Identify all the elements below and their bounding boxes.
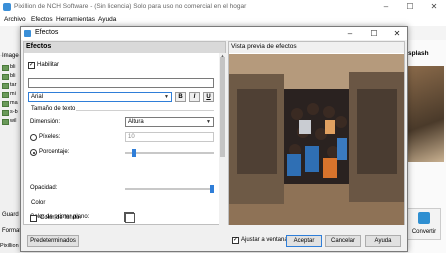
image-thumb-icon (2, 92, 9, 98)
color-group-title: Color (31, 200, 46, 206)
italic-button[interactable]: I (189, 92, 200, 102)
bold-button[interactable]: B (175, 92, 186, 102)
dialog-title-bar: Efectos – ☐ ✕ (21, 27, 407, 40)
percent-slider[interactable] (125, 152, 214, 154)
opacity-slider[interactable] (125, 188, 214, 190)
preview-image (229, 54, 404, 225)
chevron-down-icon: ▼ (164, 94, 169, 100)
cancel-button[interactable]: Cancelar (325, 235, 361, 247)
effects-dialog: Efectos – ☐ ✕ Efectos ✓ Habilitar Arial … (20, 26, 408, 252)
convert-icon (418, 212, 430, 224)
pixels-stepper[interactable]: 10 (125, 132, 214, 142)
app-icon (3, 3, 11, 11)
app-title: Pixillion de NCH Software - (Sin licenci… (14, 3, 247, 10)
defaults-button[interactable]: Predeterminados (27, 235, 79, 247)
side-preview-image (408, 66, 444, 162)
text-size-group-title: Tamaño de texto (31, 106, 76, 112)
menu-archivo[interactable]: Archivo (4, 16, 26, 23)
panel-header: Efectos (24, 42, 225, 53)
panel-scrollbar[interactable]: ▲ (219, 53, 226, 225)
dialog-close-icon[interactable]: ✕ (390, 28, 404, 39)
list-item[interactable]: s-b (2, 109, 20, 117)
file-list-header: Image (2, 53, 19, 59)
bg-color-checkbox[interactable] (30, 215, 37, 222)
bg-color-swatch[interactable] (125, 213, 135, 223)
dialog-app-icon (24, 30, 31, 37)
text-input[interactable] (28, 78, 214, 88)
maximize-icon[interactable]: ☐ (404, 2, 416, 12)
dimension-select[interactable]: Altura ▼ (125, 117, 214, 127)
list-item[interactable]: bli (2, 64, 20, 72)
convert-button[interactable]: Convertir (405, 208, 441, 240)
chevron-down-icon: ▼ (206, 119, 211, 125)
pixels-label: Píxeles: (39, 134, 61, 140)
percent-label: Porcentaje: (39, 149, 70, 155)
image-thumb-icon (2, 119, 9, 125)
scrollbar-thumb[interactable] (220, 57, 225, 157)
list-item[interactable]: ma (2, 100, 20, 108)
pixels-radio[interactable] (30, 134, 37, 141)
preview-title: Vista previa de efectos (231, 43, 297, 50)
bg-color-label: Color de fondo: (40, 215, 82, 221)
list-item[interactable]: tar (2, 82, 20, 90)
effects-preview-panel: Vista previa de efectos (228, 41, 405, 225)
image-thumb-icon (2, 83, 9, 89)
group-divider (76, 110, 214, 111)
font-select[interactable]: Arial ▼ (28, 92, 172, 102)
percent-slider-thumb[interactable] (131, 149, 136, 157)
dialog-title: Efectos (35, 29, 59, 36)
list-item[interactable]: bli (2, 73, 20, 81)
image-thumb-icon (2, 110, 9, 116)
list-item[interactable]: wil (2, 118, 20, 126)
preview-header: Vista previa de efectos (229, 42, 404, 53)
app-title-bar: Pixillion de NCH Software - (Sin licenci… (0, 0, 446, 15)
enable-label: Habilitar (37, 62, 60, 68)
percent-radio[interactable] (30, 149, 37, 156)
image-thumb-icon (2, 65, 9, 71)
menu-efectos[interactable]: Efectos (31, 16, 53, 23)
effects-settings-panel: Efectos ✓ Habilitar Arial ▼ B I U Tamaño… (23, 41, 226, 225)
save-folder-label: Guard (2, 212, 19, 218)
menu-bar: Archivo Efectos Herramientas Ayuda (0, 15, 446, 26)
list-item[interactable]: mi (2, 91, 20, 99)
side-panel-title: splash (408, 50, 429, 57)
dialog-minimize-icon[interactable]: – (343, 28, 357, 39)
format-label: Format (2, 228, 22, 234)
image-thumb-icon (2, 74, 9, 80)
menu-herramientas[interactable]: Herramientas (56, 16, 95, 23)
fit-window-checkbox[interactable]: ✓ (232, 237, 239, 244)
close-icon[interactable]: ✕ (428, 2, 440, 12)
fit-window-label: Ajustar a ventana (241, 237, 288, 243)
accept-button[interactable]: Aceptar (286, 235, 322, 247)
opacity-label: Opacidad: (30, 185, 58, 191)
opacity-slider-thumb[interactable] (210, 185, 214, 193)
minimize-icon[interactable]: – (380, 2, 392, 12)
underline-button[interactable]: U (203, 92, 214, 102)
help-button[interactable]: Ayuda (365, 235, 401, 247)
panel-title: Efectos (26, 43, 52, 50)
dimension-label: Dimensión: (30, 119, 61, 125)
image-thumb-icon (2, 101, 9, 107)
menu-ayuda[interactable]: Ayuda (98, 16, 116, 23)
dialog-maximize-icon[interactable]: ☐ (367, 28, 381, 39)
preview-photo (229, 54, 404, 225)
enable-checkbox[interactable]: ✓ (28, 62, 35, 69)
